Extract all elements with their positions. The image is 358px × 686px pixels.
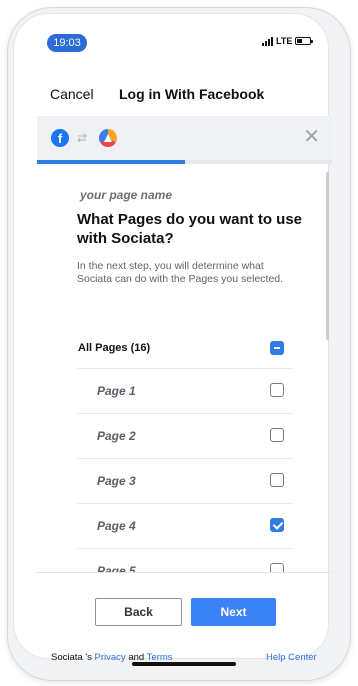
list-item[interactable]: Page 5 — [77, 549, 293, 572]
question-heading: What Pages do you want to use with Socia… — [77, 211, 303, 247]
status-indicators: LTE — [262, 36, 314, 46]
list-item[interactable]: Page 2 — [77, 414, 293, 459]
next-button[interactable]: Next — [191, 598, 276, 626]
close-icon[interactable]: ✕ — [303, 126, 320, 148]
battery-icon — [295, 37, 314, 45]
page-name-placeholder: your page name — [80, 188, 173, 202]
signal-icon — [262, 36, 273, 46]
page-checkbox[interactable] — [270, 473, 284, 487]
page-label: Page 5 — [97, 564, 136, 572]
list-item[interactable]: Page 4 — [77, 504, 293, 549]
page-checkbox[interactable] — [270, 383, 284, 397]
page-label: Page 4 — [97, 519, 136, 533]
pages-list-viewport: All Pages (16) Page 1 Page 2 Page 3 Page… — [37, 332, 332, 572]
cancel-button[interactable]: Cancel — [50, 86, 94, 102]
help-center-link[interactable]: Help Center — [266, 652, 317, 663]
network-type: LTE — [276, 36, 293, 46]
facebook-icon: f — [51, 129, 69, 147]
pages-list: All Pages (16) Page 1 Page 2 Page 3 Page… — [77, 332, 293, 572]
description-text: In the next step, you will determine wha… — [77, 260, 284, 285]
all-pages-checkbox[interactable] — [270, 341, 284, 355]
page-checkbox[interactable] — [270, 563, 284, 572]
all-pages-row[interactable]: All Pages (16) — [77, 332, 293, 369]
page-checkbox[interactable] — [270, 428, 284, 442]
app-connection-bar: f ⇄ ✕ — [37, 116, 332, 160]
page-checkbox[interactable] — [270, 518, 284, 532]
progress-fill — [37, 160, 185, 164]
page-label: Page 2 — [97, 429, 136, 443]
progress-bar — [37, 160, 332, 164]
page-label: Page 1 — [97, 384, 136, 398]
status-time: 19:03 — [47, 34, 87, 52]
back-button[interactable]: Back — [95, 598, 182, 626]
list-item[interactable]: Page 3 — [77, 459, 293, 504]
sociata-app-icon — [99, 129, 117, 147]
home-indicator — [132, 662, 236, 666]
all-pages-label: All Pages (16) — [78, 342, 151, 354]
page-label: Page 3 — [97, 474, 136, 488]
list-item[interactable]: Page 1 — [77, 369, 293, 414]
possessive-text: 's — [82, 652, 95, 663]
scrollbar[interactable] — [326, 172, 329, 340]
footer-divider — [37, 572, 332, 573]
page-title: Log in With Facebook — [119, 86, 265, 102]
privacy-link[interactable]: Privacy — [95, 652, 126, 663]
swap-icon: ⇄ — [77, 131, 88, 145]
brand-name: Sociata — [51, 652, 83, 663]
